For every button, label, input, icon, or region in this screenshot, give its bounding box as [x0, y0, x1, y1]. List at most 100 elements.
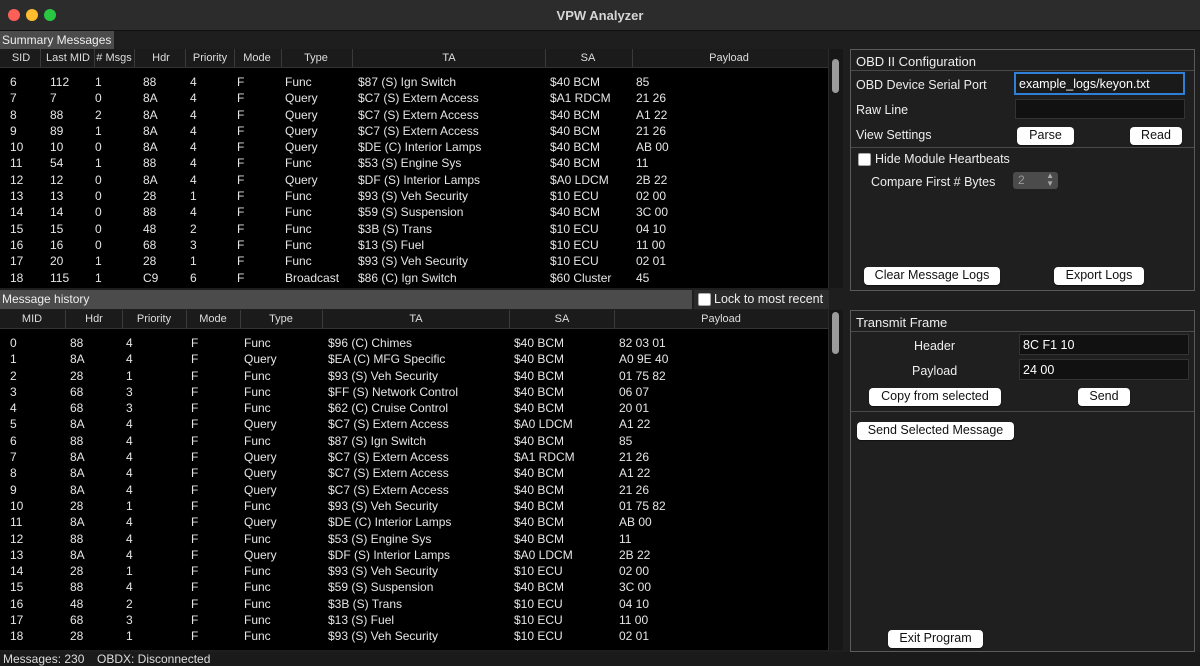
- table-row[interactable]: 14 28 1 F Func $93 (S) Veh Security $10 ECU 02 …: [0, 563, 843, 579]
- table-row[interactable]: 6 112 1 88 4 F Func $87 (S) Ign Switch $40 BCM 85: [0, 74, 843, 90]
- cell-mid: 11: [10, 515, 23, 530]
- table-row[interactable]: 17 20 1 28 1 F Func $93 (S) Veh Security $10 ECU…: [0, 253, 843, 269]
- send-selected-message-button[interactable]: Send Selected Message: [857, 422, 1014, 440]
- table-row[interactable]: 10 28 1 F Func $93 (S) Veh Security $40 BCM 01 …: [0, 498, 843, 514]
- column-header-sa[interactable]: SA: [528, 52, 648, 64]
- table-row[interactable]: 12 88 4 F Func $53 (S) Engine Sys $40 BCM 11: [0, 531, 843, 547]
- table-row[interactable]: 14 14 0 88 4 F Func $59 (S) Suspension $40 BCM 3C…: [0, 204, 843, 220]
- table-row[interactable]: 16 48 2 F Func $3B (S) Trans $10 ECU 04 10: [0, 596, 843, 612]
- summary-messages-table[interactable]: SID Last MID # Msgs Hdr Priority Mode Type TA SA…: [0, 49, 843, 288]
- cell-sid: 9: [10, 123, 17, 138]
- read-button[interactable]: Read: [1130, 127, 1182, 145]
- column-separator[interactable]: [94, 49, 95, 67]
- table-row[interactable]: 7 8A 4 F Query $C7 (S) Extern Access $A1 RDCM 2…: [0, 449, 843, 465]
- view-settings-label: View Settings: [856, 128, 932, 142]
- column-header-ta[interactable]: TA: [389, 52, 509, 64]
- cell-payload: 02 01: [619, 629, 650, 644]
- column-separator[interactable]: [614, 310, 615, 328]
- table-row[interactable]: 18 115 1 C9 6 F Broadcast $86 (C) Ign Switch $60…: [0, 270, 843, 286]
- table-row[interactable]: 4 68 3 F Func $62 (C) Cruise Control $40 BCM 20…: [0, 400, 843, 416]
- cell-last-mid: 15: [50, 221, 64, 236]
- cell-mode: F: [191, 596, 199, 611]
- table-row[interactable]: 10 10 0 8A 4 F Query $DE (C) Interior Lamps $40 …: [0, 139, 843, 155]
- column-header-payload[interactable]: Payload: [661, 313, 781, 325]
- column-separator[interactable]: [65, 310, 66, 328]
- table-row[interactable]: 11 54 1 88 4 F Func $53 (S) Engine Sys $40 BCM 11: [0, 155, 843, 171]
- table-row[interactable]: 13 8A 4 F Query $DF (S) Interior Lamps $A0 LDC…: [0, 547, 843, 563]
- column-header-type[interactable]: Type: [256, 52, 376, 64]
- column-separator[interactable]: [281, 49, 282, 67]
- cell-priority: 4: [190, 140, 197, 155]
- cell-payload: 02 01: [636, 254, 667, 269]
- history-scroll-thumb[interactable]: [832, 312, 839, 354]
- raw-line-input[interactable]: [1015, 99, 1185, 119]
- table-row[interactable]: 1 8A 4 F Query $EA (C) MFG Specific $40 BCM A0 …: [0, 351, 843, 367]
- table-row[interactable]: 3 68 3 F Func $FF (S) Network Control $40 BCM 0…: [0, 384, 843, 400]
- export-logs-button[interactable]: Export Logs: [1054, 267, 1144, 285]
- parse-button[interactable]: Parse: [1017, 127, 1074, 145]
- table-row[interactable]: 5 8A 4 F Query $C7 (S) Extern Access $A0 LDCM A…: [0, 416, 843, 432]
- table-row[interactable]: 15 15 0 48 2 F Func $3B (S) Trans $10 ECU 04 10: [0, 221, 843, 237]
- table-row[interactable]: 0 88 4 F Func $96 (C) Chimes $40 BCM 82 03 01: [0, 335, 843, 351]
- table-row[interactable]: 8 8A 4 F Query $C7 (S) Extern Access $40 BCM A1…: [0, 465, 843, 481]
- table-row[interactable]: 15 88 4 F Func $59 (S) Suspension $40 BCM 3C 00: [0, 579, 843, 595]
- table-row[interactable]: 6 88 4 F Func $87 (S) Ign Switch $40 BCM 85: [0, 433, 843, 449]
- cell-payload: 04 10: [619, 596, 650, 611]
- column-header-sa[interactable]: SA: [502, 313, 622, 325]
- column-separator[interactable]: [545, 49, 546, 67]
- column-separator[interactable]: [240, 310, 241, 328]
- clear-logs-button[interactable]: Clear Message Logs: [864, 267, 1000, 285]
- column-separator[interactable]: [134, 49, 135, 67]
- table-row[interactable]: 16 16 0 68 3 F Func $13 (S) Fuel $10 ECU 11 00: [0, 237, 843, 253]
- column-separator[interactable]: [509, 310, 510, 328]
- cell-priority: 4: [190, 205, 197, 220]
- table-row[interactable]: 18 28 1 F Func $93 (S) Veh Security $10 ECU 02 …: [0, 628, 843, 644]
- column-separator[interactable]: [632, 49, 633, 67]
- column-header-type[interactable]: Type: [221, 313, 341, 325]
- table-row[interactable]: 12 12 0 8A 4 F Query $DF (S) Interior Lamps $A0 …: [0, 172, 843, 188]
- column-header-ta[interactable]: TA: [356, 313, 476, 325]
- table-row[interactable]: 11 8A 4 F Query $DE (C) Interior Lamps $40 BCM…: [0, 514, 843, 530]
- cell-hdr: 88: [70, 433, 84, 448]
- header-input[interactable]: [1019, 334, 1189, 355]
- table-row[interactable]: 13 13 0 28 1 F Func $93 (S) Veh Security $10 ECU…: [0, 188, 843, 204]
- table-row[interactable]: 8 88 2 8A 4 F Query $C7 (S) Extern Access $40 BC…: [0, 107, 843, 123]
- column-separator[interactable]: [352, 49, 353, 67]
- compare-bytes-spinbox[interactable]: 2 ▲ ▼: [1013, 172, 1058, 189]
- table-row[interactable]: 17 68 3 F Func $13 (S) Fuel $10 ECU 11 00: [0, 612, 843, 628]
- cell-mid: 18: [10, 629, 24, 644]
- cell-hdr: 28: [70, 629, 84, 644]
- table-row[interactable]: 7 7 0 8A 4 F Query $C7 (S) Extern Access $A1 RDC…: [0, 90, 843, 106]
- copy-from-selected-button[interactable]: Copy from selected: [869, 388, 1001, 406]
- column-header-payload[interactable]: Payload: [669, 52, 789, 64]
- table-row[interactable]: 9 8A 4 F Query $C7 (S) Extern Access $40 BCM 21…: [0, 482, 843, 498]
- column-separator[interactable]: [185, 49, 186, 67]
- cell-sa: $A1 RDCM: [514, 450, 575, 465]
- column-separator[interactable]: [186, 310, 187, 328]
- column-separator[interactable]: [322, 310, 323, 328]
- cell-payload: 85: [619, 433, 633, 448]
- summary-scrollbar[interactable]: [828, 49, 843, 288]
- column-separator[interactable]: [122, 310, 123, 328]
- cell-last-mid: 54: [50, 156, 64, 171]
- cell-last-mid: 89: [50, 123, 64, 138]
- cell-mid: 13: [10, 547, 24, 562]
- spin-arrows-icon[interactable]: ▲ ▼: [1046, 172, 1054, 188]
- column-separator[interactable]: [40, 49, 41, 67]
- table-row[interactable]: 9 89 1 8A 4 F Query $C7 (S) Extern Access $40 BC…: [0, 123, 843, 139]
- exit-program-button[interactable]: Exit Program: [888, 630, 983, 648]
- serial-port-input[interactable]: [1014, 72, 1185, 95]
- lock-recent-label: Lock to most recent: [714, 292, 824, 306]
- message-history-table[interactable]: MID Hdr Priority Mode Type TA SA Payload 0 88 4 F F…: [0, 310, 843, 650]
- hide-heartbeats-checkbox[interactable]: [858, 153, 871, 166]
- cell-mid: 10: [10, 498, 24, 513]
- lock-recent-toggle[interactable]: Lock to most recent: [694, 290, 829, 309]
- column-separator[interactable]: [234, 49, 235, 67]
- table-row[interactable]: 2 28 1 F Func $93 (S) Veh Security $40 BCM 01 7…: [0, 368, 843, 384]
- summary-scroll-thumb[interactable]: [832, 59, 839, 93]
- history-scrollbar[interactable]: [828, 310, 843, 650]
- cell-sa: $40 BCM: [550, 123, 601, 138]
- send-button[interactable]: Send: [1078, 388, 1130, 406]
- lock-recent-checkbox[interactable]: [698, 293, 711, 306]
- payload-input[interactable]: [1019, 359, 1189, 380]
